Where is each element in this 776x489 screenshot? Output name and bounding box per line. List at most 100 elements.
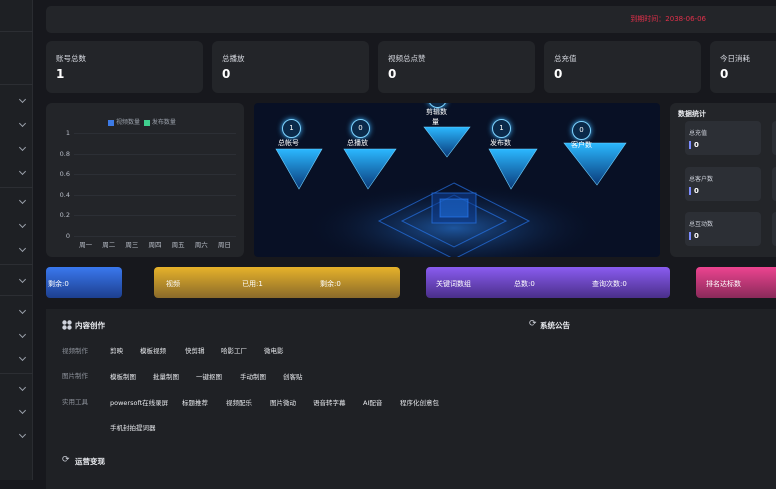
chevron-down-icon[interactable] [18, 196, 27, 205]
tool-link[interactable]: 手机封拍提词器 [110, 422, 156, 432]
chevron-down-icon[interactable] [18, 143, 27, 152]
chart-ytick: 1 [65, 129, 70, 137]
node-label: 总帐号 [278, 139, 299, 147]
stat-card-recharge: 总充值 0 [544, 41, 701, 93]
content-title: 内容创作 [75, 321, 105, 330]
chart-gridline [74, 174, 236, 176]
hero-graphic [275, 126, 627, 257]
sidebar-divider [0, 373, 33, 374]
banner-title: 关键词数组 [436, 280, 471, 288]
sidebar-divider [0, 295, 33, 296]
tool-link[interactable]: 视频配乐 [226, 397, 252, 407]
banner-used: 已用:1 [242, 280, 263, 288]
tool-link[interactable]: 程序化创意包 [400, 397, 439, 407]
node-value: 1 [492, 119, 511, 138]
sidebar-divider [0, 31, 33, 32]
stat-card-accounts: 账号总数 1 [46, 41, 203, 93]
tool-link[interactable]: 剪映 [110, 345, 123, 355]
tool-link[interactable]: 模板视频 [140, 345, 166, 355]
tool-link[interactable]: powersoft在线录屏 [110, 397, 168, 407]
tool-link[interactable]: 批量制图 [153, 371, 179, 381]
node-label-extra: 量 [432, 118, 439, 126]
data-card-partial [772, 121, 776, 155]
tool-link[interactable]: 一键抠图 [196, 371, 222, 381]
banner-ranking[interactable]: 排名达标数 [696, 267, 776, 298]
sidebar [0, 0, 33, 480]
chart-ytick: 0 [65, 232, 70, 240]
stat-value: 0 [720, 67, 729, 81]
chart-ytick: 0.8 [59, 149, 70, 158]
grid-icon [62, 320, 72, 330]
hero-visual: 1 总帐号 0 总播放 0 剪辑数 量 1 发布数 0 客户数 [254, 103, 660, 257]
stat-card-likes: 视频总点赞 0 [378, 41, 535, 93]
data-card: 总充值 0 [685, 121, 761, 155]
chevron-down-icon[interactable] [18, 306, 27, 315]
sidebar-divider [0, 84, 33, 85]
data-card: 总客户数 0 [685, 167, 761, 201]
chart-ytick: 0.4 [59, 190, 70, 199]
row-label-tools: 实用工具 [62, 398, 88, 406]
data-card-value: 0 [689, 187, 699, 195]
chevron-down-icon[interactable] [18, 95, 27, 104]
node-value: 0 [351, 119, 370, 138]
tool-link[interactable]: 模板制图 [110, 371, 136, 381]
chart-gridline [74, 194, 236, 196]
data-card: 总互动数 0 [685, 212, 761, 246]
stat-value: 1 [56, 67, 65, 81]
stat-label: 视频总点赞 [388, 54, 426, 63]
sidebar-divider [0, 187, 33, 188]
chart-ytick: 0.2 [59, 211, 70, 220]
node-label: 剪辑数 [426, 108, 447, 116]
tool-link[interactable]: AI配音 [363, 397, 382, 407]
tool-link[interactable]: 哈影工厂 [221, 345, 247, 355]
banner-total: 总数:0 [514, 280, 535, 288]
legend-swatch [143, 119, 150, 126]
chevron-down-icon[interactable] [18, 244, 27, 253]
chart-gridline [74, 133, 236, 134]
banner-blue[interactable]: 剩余:0 [46, 267, 122, 298]
banner-remaining: 剩余:0 [320, 280, 341, 288]
stat-label: 总播放 [222, 54, 245, 63]
chevron-down-icon[interactable] [18, 353, 27, 362]
chevron-down-icon[interactable] [18, 220, 27, 229]
data-stats-title: 数据统计 [678, 110, 706, 118]
legend-label[interactable]: 发布数量 [152, 119, 176, 126]
weekly-chart: 视频数量 发布数量 1 0.8 0.6 0.4 0.2 0 周一 周二 周三 周四 周五 周六 周日 [46, 103, 244, 257]
banner-keywords[interactable]: 关键词数组 总数:0 查询次数:0 [426, 267, 670, 298]
operations-title: 运营变现 [75, 457, 105, 466]
tool-link[interactable]: 快剪辑 [185, 345, 205, 355]
banner-queries: 查询次数:0 [592, 280, 627, 288]
sidebar-divider [0, 264, 33, 265]
chevron-down-icon[interactable] [18, 167, 27, 176]
node-value: 0 [572, 121, 591, 140]
chart-xtick: 周二 [102, 241, 116, 249]
node-label: 总播放 [347, 139, 368, 147]
announcement-icon: ⟳ [529, 319, 537, 329]
legend-swatch [108, 119, 114, 126]
banner-title: 排名达标数 [706, 280, 741, 288]
stat-card-today-cost: 今日消耗 0 [710, 41, 776, 93]
tool-link[interactable]: 图片微动 [270, 397, 296, 407]
data-card-partial [772, 212, 776, 246]
chevron-down-icon[interactable] [18, 330, 27, 339]
tool-link[interactable]: 标题推荐 [182, 397, 208, 407]
tool-link[interactable]: 手动制图 [240, 371, 266, 381]
node-label: 发布数 [490, 139, 511, 147]
tool-link[interactable]: 语音转字幕 [313, 397, 346, 407]
data-card-label: 总客户数 [689, 176, 714, 183]
tool-link[interactable]: 创客贴 [283, 371, 303, 381]
chevron-down-icon[interactable] [18, 383, 27, 392]
chart-gridline [74, 153, 236, 155]
tool-link[interactable]: 微电影 [264, 345, 284, 355]
banner-remaining: 剩余:0 [48, 280, 69, 288]
data-card-partial [772, 167, 776, 201]
stat-label: 今日消耗 [720, 54, 750, 63]
top-bar: 到期时间：2038-06-06 [46, 6, 776, 33]
chevron-down-icon[interactable] [18, 275, 27, 284]
legend-label[interactable]: 视频数量 [116, 119, 140, 126]
banner-video[interactable]: 视频 已用:1 剩余:0 [154, 267, 400, 298]
chevron-down-icon[interactable] [18, 406, 27, 415]
chevron-down-icon[interactable] [18, 119, 27, 128]
stat-value: 0 [554, 67, 563, 81]
chevron-down-icon[interactable] [18, 430, 27, 439]
